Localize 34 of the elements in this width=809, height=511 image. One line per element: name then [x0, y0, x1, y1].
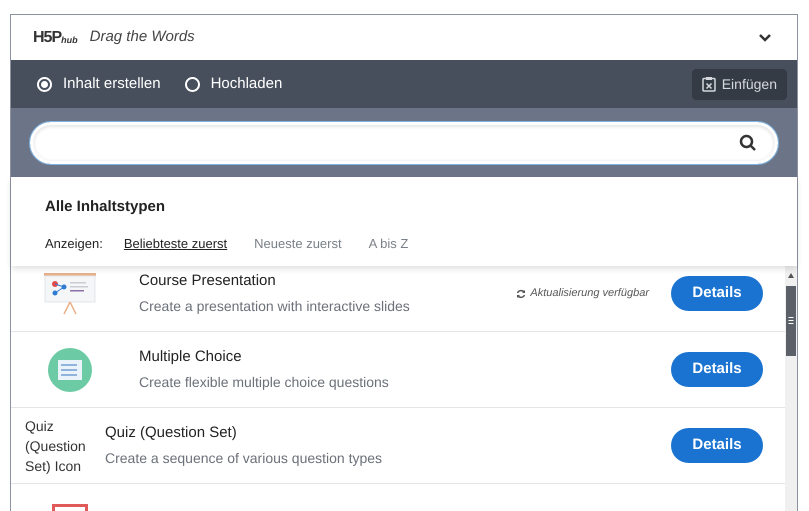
content-type-title: Multiple Choice [139, 346, 243, 367]
sort-option[interactable]: Neueste zuerst [254, 234, 342, 253]
update-notice: Aktualisierung verfügbar [516, 285, 649, 302]
radio-label[interactable]: Hochladen [210, 72, 282, 96]
chevron-icon [758, 32, 772, 42]
radio-button[interactable] [184, 76, 200, 92]
sort-option[interactable]: A bis Z [368, 234, 408, 253]
refresh-icon [516, 288, 526, 298]
details-button[interactable]: Details [671, 428, 763, 463]
clipboard-icon [702, 76, 716, 92]
broken-image-alt-text: Quiz (Question Set) Icon [25, 416, 87, 476]
search-field[interactable] [30, 122, 778, 164]
content-type-row[interactable]: Quiz (Question Set) Icon Quiz (Question Set) Create a sequence of various question types Details [11, 408, 785, 484]
sort-option[interactable]: Beliebteste zuerst [124, 234, 228, 253]
content-type-description: Create a sequence of various question types [105, 449, 384, 468]
details-button[interactable]: Details [671, 276, 763, 311]
checklist-icon [48, 348, 92, 392]
details-button[interactable]: Details [671, 352, 763, 387]
content-type-title: Quiz (Question Set) [105, 422, 238, 443]
show-label: Anzeigen: [45, 234, 103, 253]
content-type-description: Create flexible multiple choice questions [139, 373, 390, 392]
content-type-title: Course Presentation [139, 270, 277, 291]
logo-text: H5P [33, 28, 62, 48]
logo-subtext: hub [61, 34, 78, 47]
paste-button[interactable]: Einfügen [692, 68, 787, 100]
content-type-row[interactable]: Course Presentation Create a presentation with interactive slides Aktualisierung verfügbar Details [11, 266, 785, 332]
radio-label[interactable]: Inhalt erstellen [63, 72, 161, 96]
hub-title: Drag the Words [90, 27, 195, 48]
section-title: Alle Inhaltstypen [45, 197, 166, 217]
presentation-board-icon [42, 272, 98, 316]
content-type-row[interactable]: Multiple Choice Create flexible multiple choice questions Details [11, 332, 785, 408]
content-type-description: Create a presentation with interactive slides [139, 297, 411, 316]
search-icon [739, 134, 757, 152]
radio-button[interactable] [37, 76, 52, 92]
